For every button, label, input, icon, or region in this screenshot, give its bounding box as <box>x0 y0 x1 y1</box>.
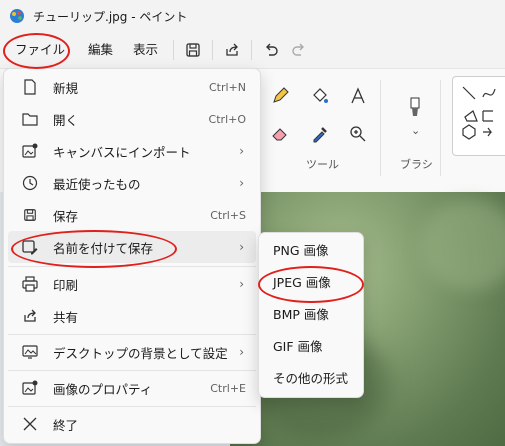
menu-item-save[interactable]: 保存 Ctrl+S <box>8 199 256 231</box>
shortcut-label: Ctrl+O <box>208 112 246 126</box>
menu-item-set-desktop-background[interactable]: デスクトップの背景として設定 › <box>8 336 256 368</box>
open-folder-icon <box>21 110 39 128</box>
redo-icon <box>292 43 305 56</box>
ribbon-separator <box>440 80 441 176</box>
paint-app-icon <box>10 9 24 23</box>
menu-item-import-to-canvas[interactable]: キャンバスにインポート › <box>8 135 256 167</box>
share-button[interactable] <box>218 36 246 64</box>
menu-separator <box>8 266 256 267</box>
eyedropper-icon <box>313 127 327 143</box>
title-bar: チューリップ.jpg - ペイント <box>0 0 505 32</box>
menu-item-label: 名前を付けて保存 <box>53 240 154 256</box>
close-icon <box>21 415 39 433</box>
submenu-item-png[interactable]: PNG 画像 <box>263 235 359 267</box>
text-icon <box>351 87 365 104</box>
submenu-item-bmp[interactable]: BMP 画像 <box>263 299 359 331</box>
fill-bucket-icon <box>313 88 328 103</box>
text-tool[interactable] <box>346 84 370 108</box>
submenu-item-gif[interactable]: GIF 画像 <box>263 331 359 363</box>
menu-separator <box>8 406 256 407</box>
menu-separator <box>8 334 256 335</box>
share-icon <box>226 43 238 56</box>
shortcut-label: Ctrl+S <box>210 208 246 222</box>
undo-button[interactable] <box>257 36 285 64</box>
image-properties-icon <box>21 379 39 397</box>
brushes-group-label: ブラシ <box>400 158 433 171</box>
chevron-right-icon: › <box>239 176 244 190</box>
submenu-item-jpeg[interactable]: JPEG 画像 <box>263 267 359 299</box>
save-as-submenu: PNG 画像 JPEG 画像 BMP 画像 GIF 画像 その他の形式 <box>258 232 364 398</box>
menu-item-label: 開く <box>53 112 79 128</box>
shortcut-label: Ctrl+E <box>210 381 246 395</box>
file-menu-dropdown: 新規 Ctrl+N 開く Ctrl+O キャンバスにインポート › 最近使ったも… <box>3 68 261 444</box>
save-icon <box>186 43 200 57</box>
chevron-right-icon: › <box>239 277 244 291</box>
magnifier-tool[interactable] <box>346 122 370 146</box>
redo-button[interactable] <box>285 36 313 64</box>
menu-item-share[interactable]: 共有 <box>8 300 256 332</box>
brush-icon <box>410 97 420 116</box>
menu-separator <box>8 370 256 371</box>
menu-item-image-properties[interactable]: 画像のプロパティ Ctrl+E <box>8 372 256 404</box>
menu-item-label: キャンバスにインポート <box>53 144 191 160</box>
chevron-right-icon: › <box>239 240 244 254</box>
menu-item-label: 共有 <box>53 309 79 325</box>
menu-item-exit[interactable]: 終了 <box>8 408 256 440</box>
window-title: チューリップ.jpg - ペイント <box>33 9 188 24</box>
eraser-tool[interactable] <box>268 122 292 146</box>
menu-item-label: デスクトップの背景として設定 <box>53 345 228 361</box>
menu-item-label: 保存 <box>53 208 79 224</box>
menu-item-recent[interactable]: 最近使ったもの › <box>8 167 256 199</box>
shortcut-label: Ctrl+N <box>208 80 246 94</box>
menu-item-label: 印刷 <box>53 277 79 293</box>
new-file-icon <box>21 78 39 96</box>
undo-icon <box>266 43 278 56</box>
menu-view[interactable]: 表示 <box>123 36 168 64</box>
chevron-right-icon: › <box>239 345 244 359</box>
menu-item-print[interactable]: 印刷 › <box>8 268 256 300</box>
eraser-icon <box>272 128 287 141</box>
menu-separator <box>251 40 253 60</box>
chevron-down-icon[interactable]: ⌄ <box>411 124 420 137</box>
magnifier-icon <box>350 126 366 142</box>
submenu-item-other-formats[interactable]: その他の形式 <box>263 363 359 395</box>
pencil-icon <box>273 87 289 103</box>
brush-tool[interactable] <box>403 96 427 120</box>
menu-item-new[interactable]: 新規 Ctrl+N <box>8 71 256 103</box>
chevron-right-icon: › <box>239 144 244 158</box>
save-button[interactable] <box>179 36 207 64</box>
menu-item-label: 終了 <box>53 417 79 433</box>
ribbon-separator <box>380 80 381 176</box>
desktop-background-icon <box>21 343 39 361</box>
menu-item-label: 最近使ったもの <box>53 176 141 192</box>
share-icon <box>21 307 39 325</box>
menu-separator <box>173 40 175 60</box>
save-as-icon <box>21 238 39 256</box>
shapes-gallery[interactable] <box>452 76 505 156</box>
recent-clock-icon <box>21 174 39 192</box>
menu-item-label: 新規 <box>53 80 79 96</box>
menu-file[interactable]: ファイル <box>6 36 74 64</box>
tools-group-label: ツール <box>306 158 339 171</box>
menu-item-save-as[interactable]: 名前を付けて保存 › <box>8 231 256 263</box>
pencil-tool[interactable] <box>268 84 292 108</box>
print-icon <box>21 275 39 293</box>
menu-item-open[interactable]: 開く Ctrl+O <box>8 103 256 135</box>
save-icon <box>21 206 39 224</box>
menu-edit[interactable]: 編集 <box>78 36 123 64</box>
color-picker-tool[interactable] <box>308 122 332 146</box>
menu-item-label: 画像のプロパティ <box>53 381 153 397</box>
menu-separator <box>212 40 214 60</box>
shapes-icons <box>462 86 496 140</box>
menu-bar: ファイル 編集 表示 <box>0 32 505 68</box>
import-image-icon <box>21 142 39 160</box>
fill-tool[interactable] <box>308 84 332 108</box>
